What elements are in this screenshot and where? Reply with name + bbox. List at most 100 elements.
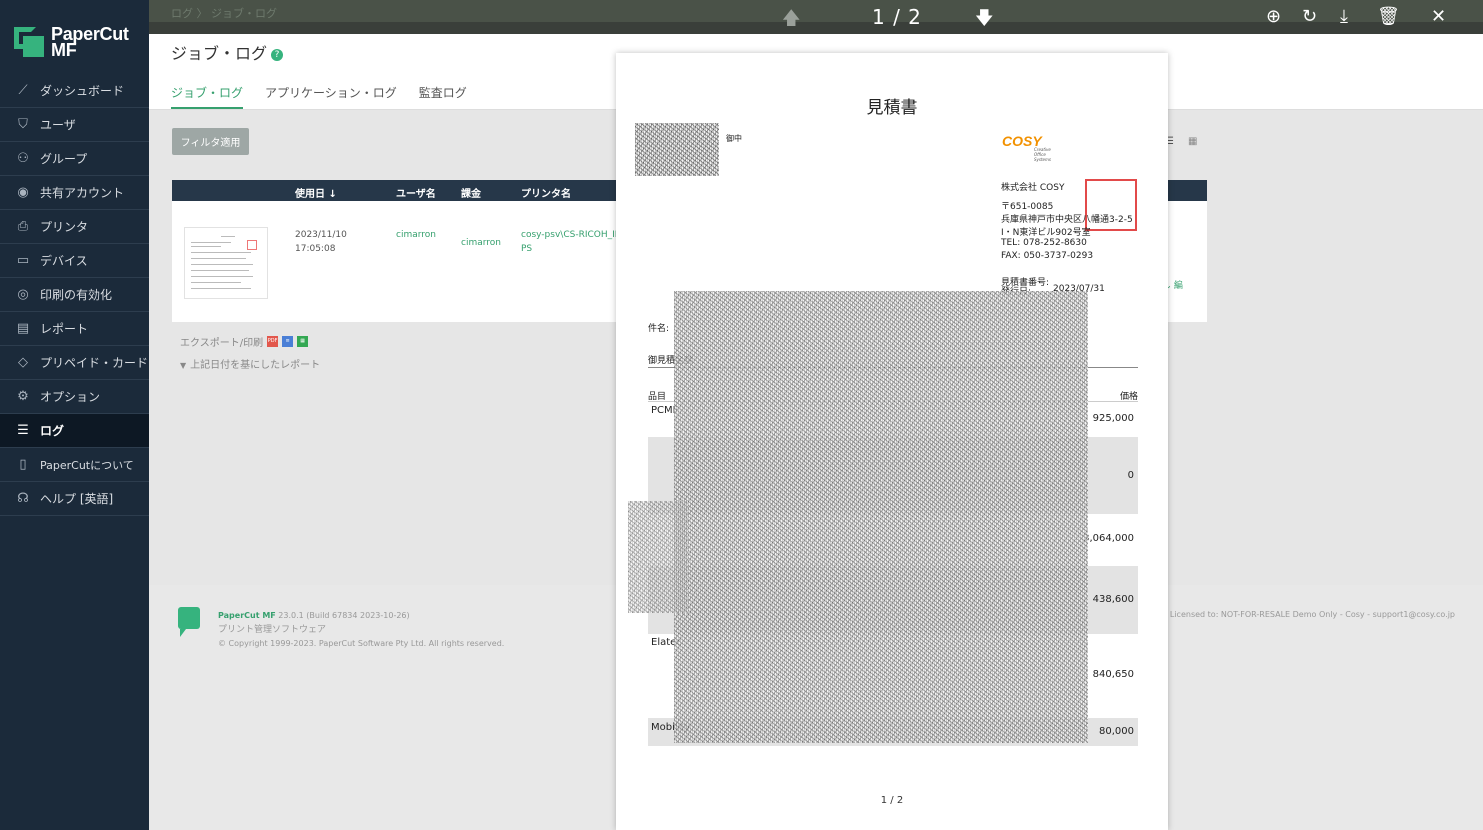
company-address1: 兵庫県神戸市中央区八幡通3-2-5 — [1001, 215, 1133, 225]
logo-line2: MF — [51, 40, 77, 60]
sidebar: PaperCut MF ⟋ ダッシュボード ⛉ ユーザ ⚇ グループ ◉ 共有アカウント… — [0, 0, 149, 830]
redacted-content — [674, 291, 1088, 743]
page-title: ジョブ・ログ? — [171, 40, 284, 64]
stamp-thumbnail — [247, 240, 257, 250]
company-logo-subtitle: Creative Office Systems — [1034, 147, 1051, 162]
cell-charge[interactable]: cimarron — [461, 236, 501, 250]
footer-tagline: プリント管理ソフトウェア — [218, 625, 327, 635]
pdf-icon[interactable]: PDF — [267, 336, 279, 347]
html-icon[interactable]: ≡ — [282, 336, 294, 347]
company-address2: I・N東洋ビル902号室 — [1001, 228, 1091, 238]
zoom-in-icon[interactable]: ⊕ — [1266, 6, 1281, 27]
sidebar-item-label: PaperCutについて — [40, 458, 134, 472]
document-thumbnail[interactable] — [184, 227, 268, 299]
footer-copyright: © Copyright 1999-2023. PaperCut Software… — [218, 639, 505, 648]
export-label: エクスポート/印刷 — [180, 338, 264, 349]
sidebar-item-label: ログ — [40, 424, 65, 438]
sidebar-item-shared-accounts[interactable]: ◉ 共有アカウント — [0, 176, 149, 210]
sidebar-item-label: オプション — [40, 390, 101, 404]
triangle-down-icon: ▼ — [180, 361, 187, 370]
printer-icon: ⎙ — [17, 219, 29, 234]
col-item-header: 品目 — [648, 392, 667, 402]
account-icon: ◉ — [17, 185, 29, 200]
download-icon[interactable]: ⤓ — [1340, 6, 1348, 27]
grid-view-icon[interactable]: ▦ — [1188, 136, 1197, 147]
column-header-printer[interactable]: プリンタ名 — [521, 185, 571, 200]
sidebar-item-options[interactable]: ⚙ オプション — [0, 380, 149, 414]
trash-icon[interactable]: 🗑 — [1377, 6, 1400, 27]
arrow-up-icon[interactable]: 🡅 — [782, 6, 801, 36]
sidebar-item-about[interactable]: ▯ PaperCutについて — [0, 448, 149, 482]
sidebar-item-printers[interactable]: ⎙ プリンタ — [0, 210, 149, 244]
clipboard-icon: ▤ — [16, 321, 30, 336]
list-icon: ☰ — [17, 423, 29, 438]
document-page: 見積書 御中 COSY Creative Office Systems 株式会社… — [616, 53, 1168, 830]
cell-user[interactable]: cimarron — [396, 228, 436, 242]
tab-application-log[interactable]: アプリケーション・ログ — [265, 84, 397, 109]
report-link[interactable]: ▼ 上記日付を基にしたレポート — [180, 356, 320, 371]
tag-icon: ◇ — [18, 355, 28, 370]
sidebar-item-label: デバイス — [40, 254, 88, 268]
sidebar-item-logs[interactable]: ☰ ログ — [0, 414, 149, 448]
footer-version: 23.0.1 (Build 67834 2023-10-26) — [278, 611, 410, 620]
footer-brand[interactable]: PaperCut MF — [218, 611, 276, 620]
gear-icon: ⚙ — [17, 389, 29, 404]
papercut-footer-logo-icon — [178, 607, 202, 639]
sidebar-nav: ⟋ ダッシュボード ⛉ ユーザ ⚇ グループ ◉ 共有アカウント ⎙ プリンタ ▭ デバイス… — [0, 74, 149, 516]
sidebar-item-prepaid-cards[interactable]: ◇ プリペイド・カード — [0, 346, 149, 380]
sidebar-item-label: ユーザ — [40, 118, 76, 132]
book-icon: ▯ — [19, 457, 27, 472]
csv-icon[interactable]: ▦ — [297, 336, 309, 347]
col-price-header: 価格 — [1119, 392, 1138, 402]
sidebar-item-groups[interactable]: ⚇ グループ — [0, 142, 149, 176]
shield-icon: ⛉ — [18, 117, 28, 132]
document-title: 見積書 — [866, 98, 918, 118]
sidebar-item-print-release[interactable]: ◎ 印刷の有効化 — [0, 278, 149, 312]
view-toggle: ☰ ▦ — [1165, 136, 1197, 147]
redacted-content-left — [628, 501, 688, 613]
sidebar-item-dashboard[interactable]: ⟋ ダッシュボード — [0, 74, 149, 108]
rotate-icon[interactable]: ↻ — [1302, 6, 1317, 27]
headset-icon: ☊ — [17, 491, 29, 506]
sidebar-item-label: 共有アカウント — [40, 186, 125, 200]
tab-audit-log[interactable]: 監査ログ — [419, 84, 467, 109]
recipient-suffix: 御中 — [726, 134, 742, 143]
group-icon: ⚇ — [17, 151, 29, 166]
tab-job-log[interactable]: ジョブ・ログ — [171, 84, 244, 109]
column-header-user[interactable]: ユーザ名 — [396, 185, 436, 200]
papercut-logo-icon — [14, 27, 44, 57]
document-page-number: 1 / 2 — [880, 795, 904, 806]
sidebar-item-reports[interactable]: ▤ レポート — [0, 312, 149, 346]
column-header-date[interactable]: 使用日 ↓ — [295, 185, 337, 200]
cell-time: 17:05:08 — [295, 244, 336, 254]
sidebar-item-label: グループ — [40, 152, 88, 166]
viewer-toolbar: 🡅 1 / 2 🡇 ⊕ ↻ ⤓ 🗑 ✕ — [149, 0, 1483, 34]
tabs: ジョブ・ログ アプリケーション・ログ 監査ログ — [171, 84, 467, 109]
company-tel: TEL: 078-252-8630 — [1001, 238, 1087, 248]
viewer-page-indicator: 1 / 2 — [872, 5, 922, 29]
export-bar: エクスポート/印刷 PDF ≡ ▦ — [180, 334, 309, 349]
arrow-down-icon[interactable]: 🡇 — [975, 6, 994, 36]
help-icon[interactable]: ? — [271, 48, 284, 61]
sidebar-item-devices[interactable]: ▭ デバイス — [0, 244, 149, 278]
cell-printer-cont[interactable]: PS — [521, 242, 623, 256]
papercut-logo[interactable]: PaperCut MF — [14, 24, 129, 60]
cell-date: 2023/11/10 — [295, 230, 347, 240]
company-postal: 〒651-0085 — [1001, 202, 1054, 212]
column-header-charge[interactable]: 課金 — [461, 185, 481, 200]
sidebar-item-label: 印刷の有効化 — [40, 288, 113, 302]
sidebar-item-help[interactable]: ☊ ヘルプ [英語] — [0, 482, 149, 516]
sidebar-item-label: レポート — [40, 322, 89, 336]
company-name: 株式会社 COSY — [1001, 183, 1065, 193]
device-icon: ▭ — [16, 253, 30, 268]
company-fax: FAX: 050-3737-0293 — [1001, 251, 1094, 261]
apply-filter-button[interactable]: フィルタ適用 — [172, 128, 249, 155]
subject-label: 件名: — [648, 324, 670, 334]
footer-license: Licensed to: NOT-FOR-RESALE Demo Only - … — [1169, 610, 1455, 619]
sidebar-item-label: ヘルプ [英語] — [40, 492, 114, 506]
close-icon[interactable]: ✕ — [1431, 6, 1446, 27]
sidebar-item-users[interactable]: ⛉ ユーザ — [0, 108, 149, 142]
chart-line-icon: ⟋ — [18, 83, 28, 98]
release-icon: ◎ — [17, 287, 29, 302]
cell-printer[interactable]: cosy-psv\CS-RICOH_IM — [521, 228, 623, 242]
